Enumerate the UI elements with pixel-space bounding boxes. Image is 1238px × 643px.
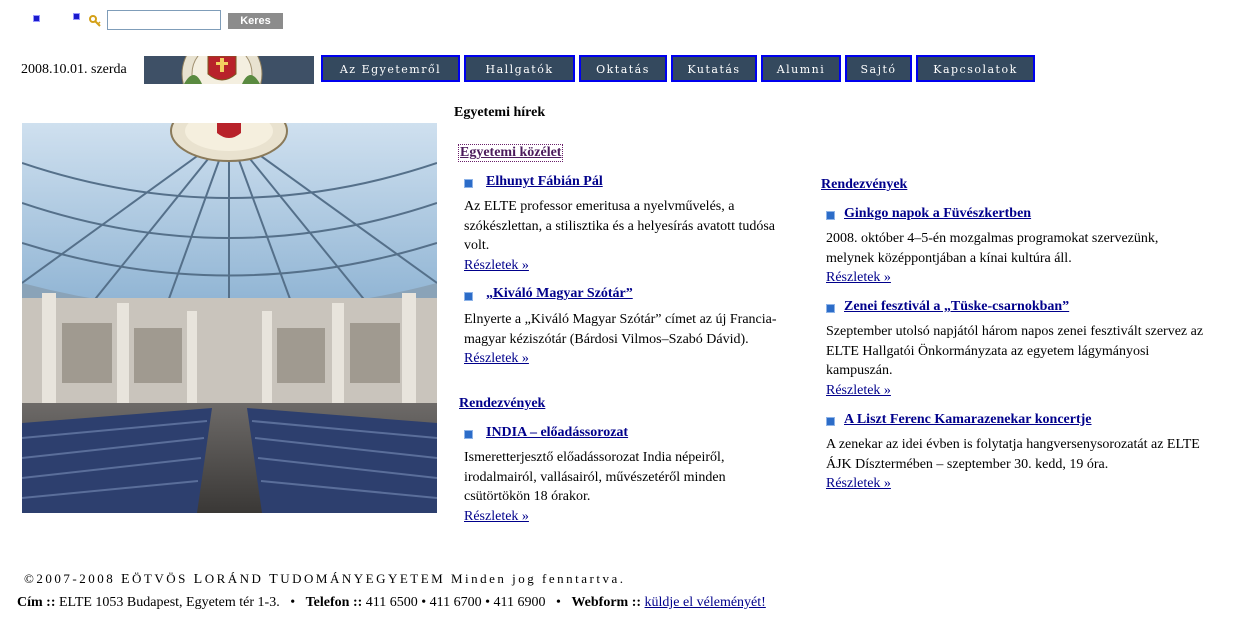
search-button[interactable]: Keres [228, 13, 283, 29]
university-seal-image [144, 56, 314, 84]
bullet-icon [464, 292, 473, 301]
current-date: 2008.10.01. szerda [21, 62, 127, 77]
nav-education[interactable]: Oktatás [579, 55, 667, 82]
details-link[interactable]: Részletek » [826, 476, 891, 492]
webform-link[interactable]: küldje el véleményét! [645, 595, 766, 610]
news-title-fabian[interactable]: Elhunyt Fábián Pál [486, 174, 603, 190]
news-title-india[interactable]: INDIA – előadássorozat [486, 425, 628, 441]
news-title-dictionary[interactable]: „Kiváló Magyar Szótár” [486, 286, 633, 302]
news-title-festival[interactable]: Zenei fesztivál a „Tüske-csarnokban” [844, 299, 1069, 315]
news-title-liszt[interactable]: A Liszt Ferenc Kamarazenekar koncertje [844, 412, 1092, 428]
bullet-icon [826, 211, 835, 220]
news-title-ginkgo[interactable]: Ginkgo napok a Füvészkertben [844, 206, 1031, 222]
news-desc-ginkgo: 2008. október 4–5-én mozgalmas programok… [826, 231, 1159, 266]
category-events-link[interactable]: Rendezvények [459, 396, 545, 412]
news-desc-festival: Szeptember utolsó napjától három napos z… [826, 324, 1204, 378]
details-link[interactable]: Részletek » [826, 270, 891, 286]
key-icon[interactable] [89, 15, 101, 27]
bullet-icon [464, 430, 473, 439]
details-link[interactable]: Részletek » [464, 258, 529, 274]
news-desc-dictionary: Elnyerte a „Kiváló Magyar Szótár” címet … [464, 312, 777, 347]
contact-line: Cím :: ELTE 1053 Budapest, Egyetem tér 1… [17, 595, 766, 610]
news-desc-liszt: A zenekar az idei évben is folytatja han… [826, 437, 1200, 472]
nav-press[interactable]: Sajtó [845, 55, 912, 82]
copyright-line: ©2007-2008 EÖTVÖS LORÁND TUDOMÁNYEGYETEM… [24, 571, 626, 587]
bullet-icon [826, 417, 835, 426]
nav-research[interactable]: Kutatás [671, 55, 757, 82]
bullet-icon [826, 304, 835, 313]
bullet-icon [464, 179, 473, 188]
details-link[interactable]: Részletek » [826, 383, 891, 399]
sitemap-icon[interactable] [73, 13, 80, 20]
hall-photo [22, 123, 437, 513]
news-desc-india: Ismeretterjesztő előadássorozat India né… [464, 450, 726, 504]
details-link[interactable]: Részletek » [464, 509, 529, 525]
nav-alumni[interactable]: Alumni [761, 55, 841, 82]
home-icon[interactable] [33, 15, 40, 22]
nav-about[interactable]: Az Egyetemről [321, 55, 460, 82]
nav-contacts[interactable]: Kapcsolatok [916, 55, 1035, 82]
search-input[interactable] [107, 10, 221, 30]
university-seal-banner [144, 56, 314, 84]
category-university-life-link[interactable]: Egyetemi közélet [458, 144, 564, 162]
news-desc-fabian: Az ELTE professor emeritusa a nyelvművel… [464, 199, 776, 253]
category-events-link-right[interactable]: Rendezvények [821, 177, 907, 193]
news-heading: Egyetemi hírek [454, 105, 546, 120]
details-link[interactable]: Részletek » [464, 351, 529, 367]
nav-students[interactable]: Hallgatók [464, 55, 575, 82]
